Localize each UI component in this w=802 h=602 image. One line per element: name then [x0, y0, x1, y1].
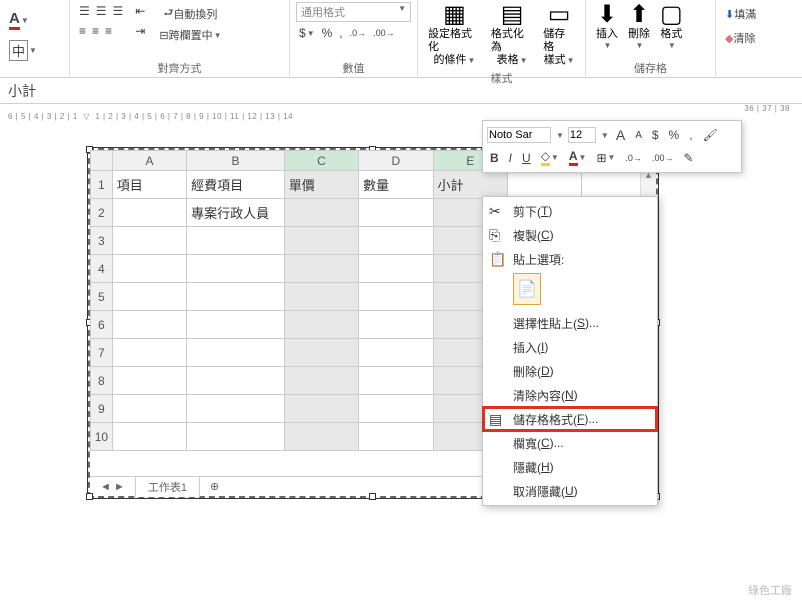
wrap-text-button[interactable]: ⮐ 自動換列	[156, 2, 224, 25]
row-header[interactable]: 3	[91, 227, 113, 255]
mini-size-select[interactable]	[568, 127, 596, 143]
conditional-format-button[interactable]: ▦設定格式化的條件▼	[424, 2, 485, 68]
percent-button[interactable]: %	[319, 24, 336, 42]
copy-icon: ⎘	[489, 227, 500, 244]
workspace: A B C D E F G 1項目經費項目單價數量小計 2專案行政人員 3 4 …	[0, 128, 802, 598]
font-color-mini-button[interactable]: A▼	[566, 147, 590, 168]
merge-center-button[interactable]: ⊟ 跨欄置中▼	[156, 25, 224, 45]
row-header[interactable]: 5	[91, 283, 113, 311]
align-center-button[interactable]: ≡	[89, 22, 102, 40]
mini-inc-dec-button[interactable]: .0→	[622, 151, 645, 165]
row-header[interactable]: 10	[91, 423, 113, 451]
asian-layout-button[interactable]: 中▼	[6, 38, 40, 63]
paste-option-button[interactable]: 📄	[513, 273, 541, 305]
group-label-cells: 儲存格	[592, 58, 709, 78]
row-header[interactable]: 7	[91, 339, 113, 367]
comma-button[interactable]: ,	[336, 24, 345, 42]
format-table-button[interactable]: ▤格式化為表格▼	[487, 2, 537, 68]
row-header[interactable]: 8	[91, 367, 113, 395]
mini-brush-icon[interactable]: ✎	[680, 149, 696, 167]
align-left-button[interactable]: ≡	[76, 22, 89, 40]
font-color-button[interactable]: A▼	[6, 8, 32, 32]
indent-increase-button[interactable]: ⇥	[132, 22, 148, 40]
col-header-c[interactable]: C	[284, 151, 358, 171]
insert-icon: ⬇	[597, 2, 617, 28]
cm-column-width[interactable]: 欄寬(C)...	[483, 431, 657, 455]
currency-button[interactable]: $▼	[296, 24, 318, 42]
ribbon: A▼ 中▼ ☰ ☰ ☰ ≡ ≡ ≡ ⇤ ⇥ ⮐ 自動換列 ⊟ 跨欄置中▼ 對齊方…	[0, 0, 802, 78]
mini-dec-dec-button[interactable]: .00→	[649, 151, 677, 165]
cm-delete[interactable]: 刪除(D)	[483, 359, 657, 383]
context-menu: ✂剪下(T) ⎘複製(C) 📋貼上選項: 📄 選擇性貼上(S)... 插入(I)…	[482, 196, 658, 506]
row-header[interactable]: 6	[91, 311, 113, 339]
row-header[interactable]: 9	[91, 395, 113, 423]
group-label-align: 對齊方式	[76, 58, 283, 78]
number-format-select[interactable]: 通用格式▼	[296, 2, 411, 22]
cm-insert[interactable]: 插入(I)	[483, 335, 657, 359]
cm-unhide[interactable]: 取消隱藏(U)	[483, 479, 657, 503]
row-header[interactable]: 1	[91, 171, 113, 199]
cm-hide[interactable]: 隱藏(H)	[483, 455, 657, 479]
cm-clear[interactable]: 清除內容(N)	[483, 383, 657, 407]
group-label-number: 數值	[296, 58, 411, 78]
sheet-tab[interactable]: 工作表1	[135, 476, 200, 497]
add-sheet-button[interactable]: ⊕	[210, 480, 219, 493]
col-header-a[interactable]: A	[112, 151, 186, 171]
formula-bar[interactable]: 小計	[0, 78, 802, 104]
cm-copy[interactable]: ⎘複製(C)	[483, 223, 657, 247]
group-label-styles: 樣式	[424, 68, 579, 88]
row-header[interactable]: 2	[91, 199, 113, 227]
cm-format-cells[interactable]: ▤儲存格格式(F)...	[483, 407, 657, 431]
row-header[interactable]: 4	[91, 255, 113, 283]
cond-format-icon: ▦	[443, 2, 466, 28]
mini-currency-button[interactable]: $	[649, 126, 662, 144]
table-icon: ▤	[501, 2, 524, 28]
delete-icon: ⬆	[629, 2, 649, 28]
mini-percent-button[interactable]: %	[666, 126, 683, 144]
dec-decimal-button[interactable]: .00→	[370, 24, 398, 42]
inc-decimal-button[interactable]: .0→	[347, 24, 370, 42]
clipboard-icon: 📋	[489, 251, 506, 268]
fill-color-button[interactable]: ◇▼	[538, 147, 562, 168]
cm-paste-options-label: 📋貼上選項:	[483, 247, 657, 271]
scissors-icon: ✂	[489, 203, 501, 220]
cell-styles-button[interactable]: ▭儲存格樣式▼	[539, 2, 579, 68]
styles-icon: ▭	[548, 2, 571, 28]
border-button[interactable]: ⊞▼	[593, 149, 618, 167]
align-top-button[interactable]: ☰	[76, 2, 93, 20]
format-icon: ▢	[660, 2, 683, 28]
align-right-button[interactable]: ≡	[102, 22, 115, 40]
bold-button[interactable]: B	[487, 149, 502, 167]
col-header-d[interactable]: D	[359, 151, 433, 171]
underline-button[interactable]: U	[519, 149, 534, 167]
align-middle-button[interactable]: ☰	[93, 2, 110, 20]
format-cells-icon: ▤	[489, 411, 502, 428]
italic-button[interactable]: I	[506, 149, 515, 167]
delete-cell-button[interactable]: ⬆刪除▼	[624, 2, 654, 51]
format-cell-button[interactable]: ▢格式▼	[656, 2, 687, 51]
format-painter-icon[interactable]: 🖌	[700, 126, 721, 144]
cm-paste-special[interactable]: 選擇性貼上(S)...	[483, 311, 657, 335]
mini-font-select[interactable]	[487, 127, 551, 143]
mini-comma-button[interactable]: ,	[686, 126, 695, 144]
col-header-b[interactable]: B	[187, 151, 285, 171]
cm-cut[interactable]: ✂剪下(T)	[483, 199, 657, 223]
grow-font-button[interactable]: A	[613, 125, 628, 145]
clear-button[interactable]: ◆ 清除	[722, 28, 758, 48]
shrink-font-button[interactable]: A	[632, 128, 645, 143]
fill-button[interactable]: ⬇ 填滿	[722, 4, 759, 24]
select-all-corner[interactable]	[91, 151, 113, 171]
tab-nav[interactable]: ◄ ►	[100, 481, 125, 493]
align-bottom-button[interactable]: ☰	[110, 2, 127, 20]
watermark: 綠色工廠	[748, 582, 792, 598]
indent-decrease-button[interactable]: ⇤	[132, 2, 148, 20]
insert-cell-button[interactable]: ⬇插入▼	[592, 2, 622, 51]
mini-toolbar: ▼ ▼ A A $ % , 🖌 B I U ◇▼ A▼ ⊞▼ .0→ .00→ …	[482, 120, 742, 173]
